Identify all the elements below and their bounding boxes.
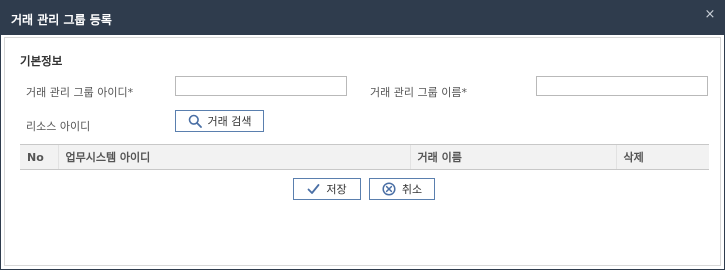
required-mark: * bbox=[461, 86, 467, 99]
close-icon[interactable]: × bbox=[703, 8, 717, 22]
column-header-delete: 삭제 bbox=[615, 144, 709, 170]
group-id-label-text: 거래 관리 그룹 아이디 bbox=[26, 86, 128, 99]
cancel-button-label: 취소 bbox=[401, 183, 423, 196]
transaction-search-button[interactable]: 거래 검색 bbox=[175, 110, 264, 132]
group-name-label-text: 거래 관리 그룹 이름 bbox=[370, 86, 462, 99]
search-icon bbox=[188, 114, 202, 128]
table-header-row: No 업무시스템 아이디 거래 이름 삭제 bbox=[20, 144, 709, 170]
transaction-table: No 업무시스템 아이디 거래 이름 삭제 bbox=[20, 144, 709, 170]
check-icon bbox=[307, 183, 320, 195]
column-header-no: No bbox=[20, 144, 58, 170]
group-id-input[interactable] bbox=[175, 76, 347, 96]
column-header-system-id: 업무시스템 아이디 bbox=[57, 144, 410, 170]
required-mark: * bbox=[127, 86, 134, 99]
column-header-transaction-name: 거래 이름 bbox=[409, 144, 616, 170]
group-name-input[interactable] bbox=[536, 76, 708, 96]
dialog-titlebar: 거래 관리 그룹 등록 × bbox=[1, 1, 724, 35]
cancel-button[interactable]: 취소 bbox=[369, 178, 435, 200]
dialog-title: 거래 관리 그룹 등록 bbox=[11, 13, 112, 27]
group-name-label: 거래 관리 그룹 이름* bbox=[370, 84, 467, 100]
section-title-basic-info: 기본정보 bbox=[20, 54, 63, 68]
search-button-label: 거래 검색 bbox=[207, 115, 252, 128]
resource-id-label: 리소스 아이디 bbox=[26, 120, 91, 133]
register-group-dialog: 거래 관리 그룹 등록 × 기본정보 거래 관리 그룹 아이디* 거래 관리 그… bbox=[0, 0, 725, 270]
group-id-label: 거래 관리 그룹 아이디* bbox=[26, 84, 133, 100]
save-button-label: 저장 bbox=[326, 183, 347, 196]
dialog-body: 기본정보 거래 관리 그룹 아이디* 거래 관리 그룹 이름* 리소스 아이디 … bbox=[4, 37, 721, 266]
save-button[interactable]: 저장 bbox=[293, 178, 361, 200]
cancel-circle-icon bbox=[382, 182, 396, 196]
